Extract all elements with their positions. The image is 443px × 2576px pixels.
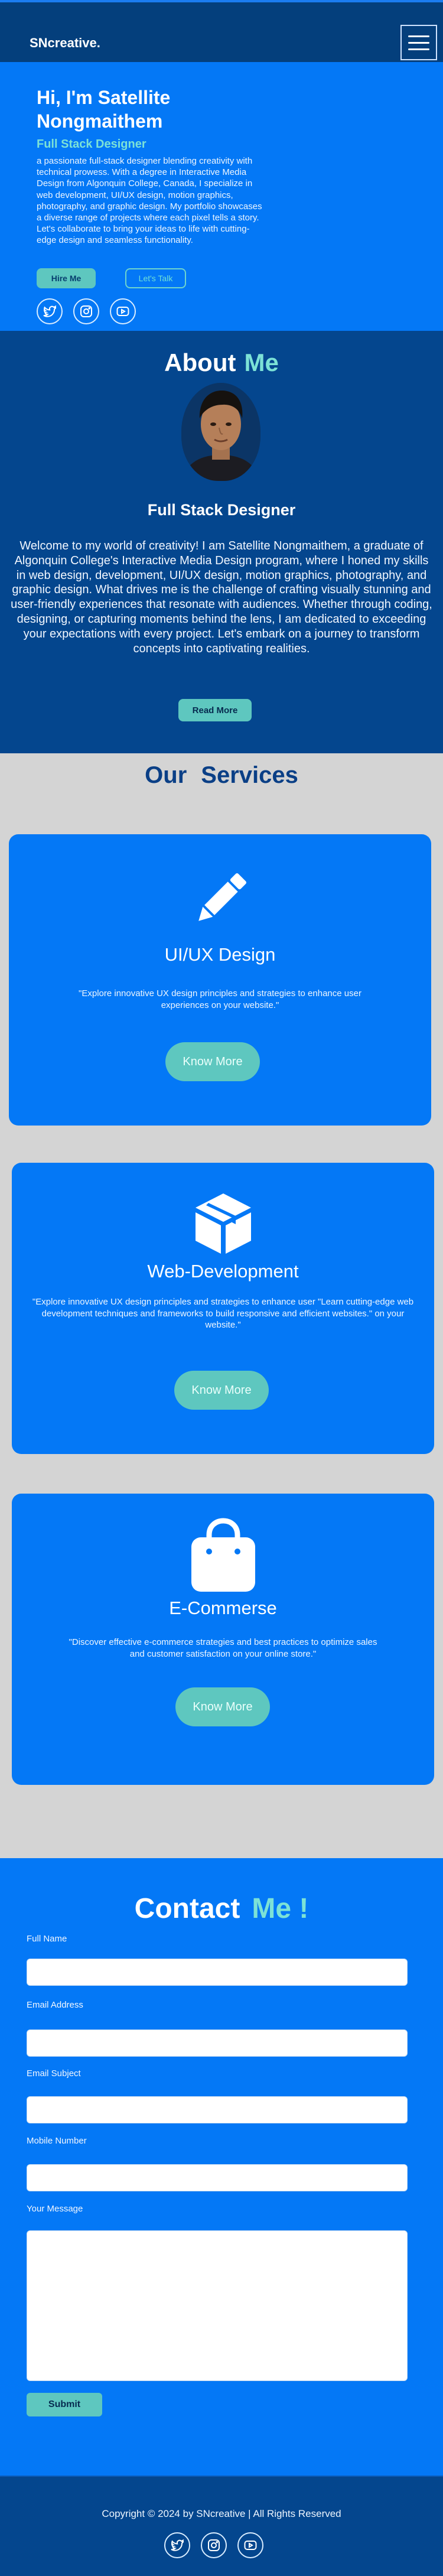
cube-icon (191, 1191, 256, 1259)
navbar: SNcreative. (0, 0, 443, 62)
message-field[interactable] (27, 2230, 408, 2381)
subject-field[interactable] (27, 2096, 408, 2123)
hamburger-menu-icon[interactable] (400, 25, 437, 60)
read-more-button[interactable]: Read More (178, 699, 252, 721)
message-label: Your Message (27, 2204, 83, 2214)
contact-title-main: Contact (134, 1893, 240, 1924)
know-more-button[interactable]: Know More (165, 1042, 260, 1081)
profile-photo (181, 383, 260, 481)
know-more-button[interactable]: Know More (174, 1371, 269, 1410)
about-title: About Me (0, 349, 443, 377)
contact-title-accent: Me ! (252, 1893, 309, 1924)
youtube-icon[interactable] (110, 298, 136, 324)
hero-role: Full Stack Designer (37, 138, 146, 151)
twitter-icon[interactable] (164, 2532, 190, 2558)
instagram-icon[interactable] (201, 2532, 227, 2558)
menu-line (408, 41, 429, 44)
mobile-field[interactable] (27, 2164, 408, 2191)
hire-me-button[interactable]: Hire Me (37, 268, 96, 288)
site-logo[interactable]: SNcreative. (30, 35, 100, 51)
instagram-icon[interactable] (73, 298, 99, 324)
copyright-text: Copyright © 2024 by SNcreative | All Rig… (102, 2508, 341, 2519)
email-field[interactable] (27, 2029, 408, 2057)
contact-title: Contact Me ! (0, 1892, 443, 1925)
mobile-label: Mobile Number (27, 2136, 87, 2146)
about-title-accent: Me (244, 349, 279, 376)
services-title: Our Services (0, 762, 443, 789)
service-title: UI/UX Design (164, 944, 276, 965)
portfolio-page: SNcreative. Hi, I'm Satellite Nongmaithe… (0, 0, 443, 2576)
lets-talk-button[interactable]: Let's Talk (125, 268, 186, 288)
subject-label: Email Subject (27, 2068, 81, 2079)
service-description: "Discover effective e-commerce strategie… (69, 1637, 377, 1659)
hero-greeting: Hi, I'm Satellite Nongmaithem (37, 87, 171, 132)
contact-section: Contact Me ! Full Name Email Address Emai… (0, 1858, 443, 2476)
service-card-ecommerce: E-Commerse "Discover effective e-commerc… (12, 1494, 434, 1785)
full-name-field[interactable] (27, 1959, 408, 1986)
twitter-icon[interactable] (37, 298, 63, 324)
service-card-webdev: Web-Development "Explore innovative UX d… (12, 1163, 434, 1454)
menu-line (408, 35, 429, 37)
service-description: "Explore innovative UX design principles… (79, 988, 361, 1010)
email-label: Email Address (27, 2000, 83, 2010)
submit-button[interactable]: Submit (27, 2393, 102, 2416)
menu-line (408, 48, 429, 50)
hero-description: a passionate full-stack designer blendin… (37, 156, 262, 246)
hero-section: Hi, I'm Satellite Nongmaithem Full Stack… (0, 62, 443, 331)
service-title: Web-Development (147, 1261, 299, 1282)
footer-social-links (164, 2532, 263, 2558)
about-title-main: About (164, 349, 236, 376)
pencil-icon (190, 869, 251, 933)
services-title-accent: Services (201, 762, 298, 788)
service-title: E-Commerse (169, 1598, 277, 1618)
about-role: Full Stack Designer (147, 501, 296, 519)
services-title-main: Our (145, 762, 187, 788)
hero-social-links (37, 298, 136, 324)
about-section: About Me Full Stack Designer Welcome to m… (0, 331, 443, 753)
service-card-uiux: UI/UX Design "Explore innovative UX desi… (9, 834, 431, 1126)
youtube-icon[interactable] (237, 2532, 263, 2558)
about-description: Welcome to my world of creativity! I am … (11, 539, 432, 655)
know-more-button[interactable]: Know More (175, 1687, 270, 1726)
shopping-bag-icon (189, 1517, 258, 1596)
full-name-label: Full Name (27, 1934, 67, 1944)
footer: Copyright © 2024 by SNcreative | All Rig… (0, 2476, 443, 2576)
service-description: "Explore innovative UX design principles… (32, 1297, 414, 1330)
